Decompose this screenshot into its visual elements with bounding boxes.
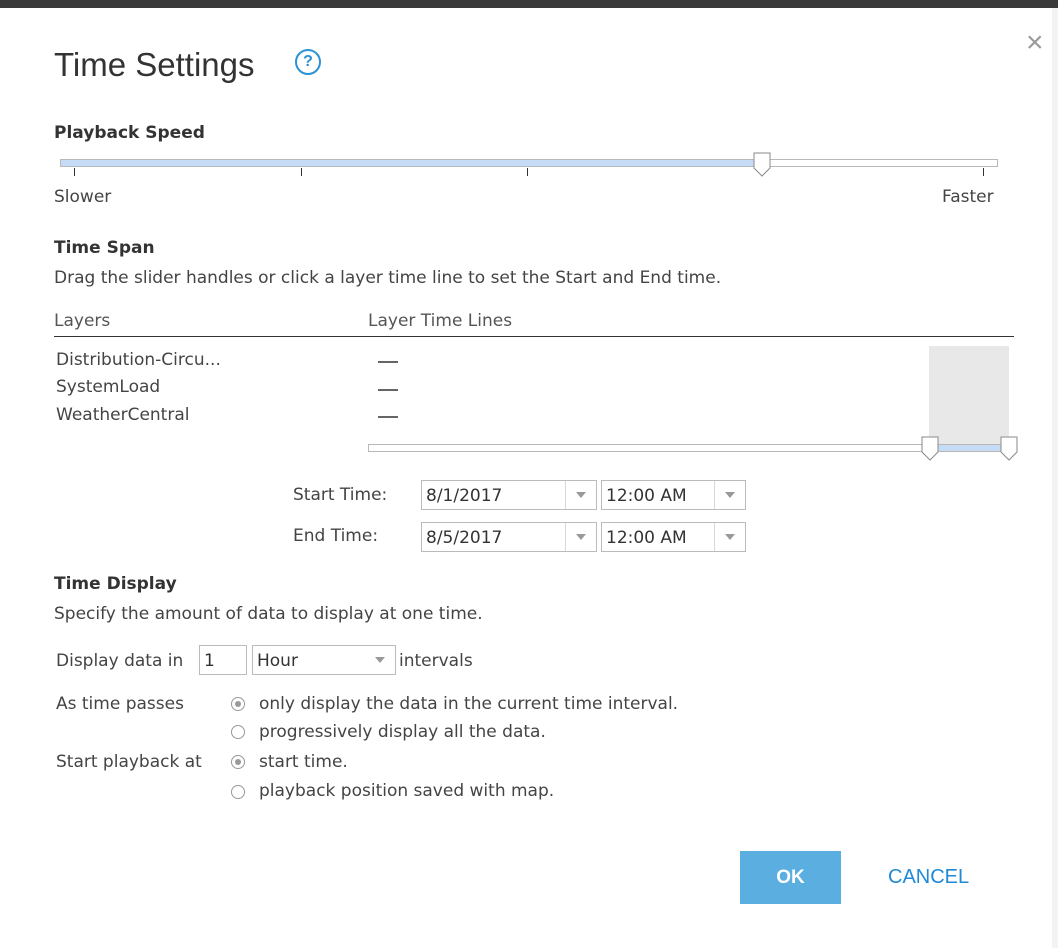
chevron-down-icon: [576, 534, 586, 540]
layers-column-header: Layers: [54, 311, 111, 331]
start-time-value: 12:00 AM: [606, 486, 687, 506]
time-display-description: Specify the amount of data to display at…: [54, 604, 483, 624]
playback-speed-heading: Playback Speed: [54, 123, 205, 143]
chevron-down-icon: [725, 534, 735, 540]
start-time-input[interactable]: 12:00 AM: [601, 480, 746, 510]
end-time-handle[interactable]: [1000, 436, 1018, 462]
speed-min-label: Slower: [54, 187, 112, 207]
table-header-divider: [54, 336, 1014, 337]
start-date-input[interactable]: 8/1/2017: [421, 480, 597, 510]
time-span-heading: Time Span: [54, 238, 155, 258]
help-icon[interactable]: ?: [295, 49, 321, 75]
playback-speed-fill: [61, 160, 763, 166]
radio-progressive[interactable]: [231, 725, 245, 739]
speed-tick: [983, 168, 984, 176]
start-time-label: Start Time:: [293, 485, 388, 505]
layer-timeline[interactable]: [378, 416, 398, 418]
speed-max-label: Faster: [942, 187, 994, 207]
start-time-handle[interactable]: [921, 436, 939, 462]
chevron-down-icon: [725, 492, 735, 498]
speed-tick: [301, 168, 302, 176]
start-playback-label: Start playback at: [56, 752, 202, 772]
end-date-value: 8/5/2017: [426, 528, 503, 548]
timelines-column-header: Layer Time Lines: [368, 311, 513, 331]
option-current-interval-label[interactable]: only display the data in the current tim…: [259, 694, 678, 714]
end-date-input[interactable]: 8/5/2017: [421, 522, 597, 552]
layer-timeline[interactable]: [378, 389, 398, 391]
display-data-prefix: Display data in: [56, 651, 184, 671]
display-data-suffix: intervals: [399, 651, 473, 671]
time-span-slider[interactable]: [368, 444, 1012, 452]
interval-unit-value: Hour: [257, 651, 298, 671]
layer-name: Distribution-Circu...: [56, 350, 221, 370]
layer-name: SystemLoad: [56, 377, 161, 397]
option-saved-position-label[interactable]: playback position saved with map.: [259, 781, 554, 801]
start-date-value: 8/1/2017: [426, 486, 503, 506]
end-date-dropdown[interactable]: [565, 523, 596, 551]
layer-timeline[interactable]: [378, 361, 398, 363]
cancel-button[interactable]: CANCEL: [888, 866, 969, 889]
playback-speed-handle[interactable]: [753, 152, 771, 178]
dialog-title: Time Settings: [54, 46, 255, 83]
speed-tick: [527, 168, 528, 176]
interval-value-input[interactable]: 1: [199, 645, 247, 675]
ok-button[interactable]: OK: [740, 851, 841, 904]
radio-saved-position[interactable]: [231, 785, 245, 799]
time-span-fill: [931, 445, 1011, 451]
chevron-down-icon: [576, 492, 586, 498]
selected-time-range-shade: [929, 346, 1009, 446]
end-time-label: End Time:: [293, 526, 379, 546]
time-span-description: Drag the slider handles or click a layer…: [54, 268, 722, 288]
end-time-value: 12:00 AM: [606, 528, 687, 548]
interval-value: 1: [204, 651, 215, 671]
radio-start-time[interactable]: [231, 755, 245, 769]
playback-speed-slider[interactable]: [60, 159, 998, 167]
speed-tick: [74, 168, 75, 176]
background-top-strip: [0, 0, 1058, 8]
radio-current-interval[interactable]: [231, 697, 245, 711]
option-start-time-label[interactable]: start time.: [259, 752, 348, 772]
end-time-dropdown[interactable]: [714, 523, 745, 551]
chevron-down-icon: [375, 657, 385, 663]
close-icon[interactable]: ×: [1026, 26, 1044, 60]
interval-unit-select[interactable]: Hour: [252, 645, 396, 675]
option-progressive-label[interactable]: progressively display all the data.: [259, 722, 546, 742]
layer-name: WeatherCentral: [56, 405, 190, 425]
start-date-dropdown[interactable]: [565, 481, 596, 509]
interval-unit-dropdown[interactable]: [365, 646, 395, 674]
start-time-dropdown[interactable]: [714, 481, 745, 509]
as-time-passes-label: As time passes: [56, 694, 184, 714]
time-display-heading: Time Display: [54, 574, 177, 594]
background-edge: [1052, 8, 1058, 948]
end-time-input[interactable]: 12:00 AM: [601, 522, 746, 552]
